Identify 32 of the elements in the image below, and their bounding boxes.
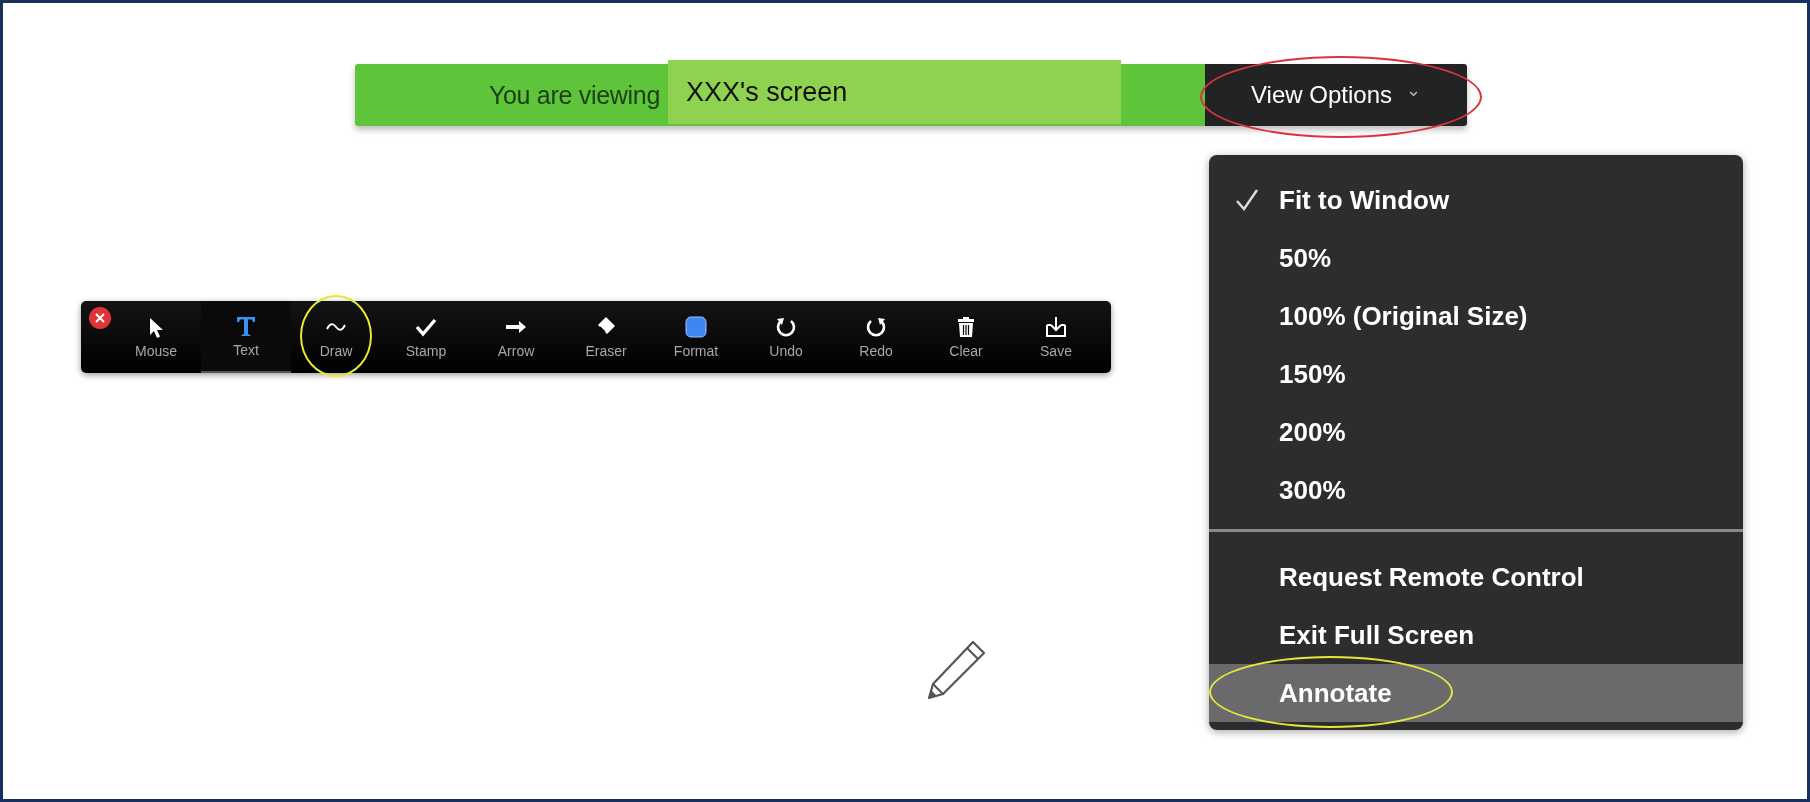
menu-item[interactable]: 150% xyxy=(1209,345,1743,403)
text-icon xyxy=(234,314,258,338)
tool-button[interactable]: Save xyxy=(1011,301,1101,373)
menu-item[interactable]: 300% xyxy=(1209,461,1743,519)
view-options-button[interactable]: View Options ⌄ xyxy=(1205,64,1467,126)
tool-button[interactable]: Clear xyxy=(921,301,1011,373)
tool-button[interactable]: Stamp xyxy=(381,301,471,373)
caret-icon: ⌄ xyxy=(1406,79,1421,101)
close-button[interactable] xyxy=(89,307,111,329)
menu-item[interactable]: Exit Full Screen xyxy=(1209,606,1743,664)
tool-button[interactable]: Eraser xyxy=(561,301,651,373)
undo-icon xyxy=(774,315,798,339)
menu-item[interactable]: Annotate xyxy=(1209,664,1743,722)
tool-button[interactable]: Mouse xyxy=(111,301,201,373)
tool-button[interactable]: Arrow xyxy=(471,301,561,373)
tool-button[interactable]: Undo xyxy=(741,301,831,373)
tool-button[interactable]: Format xyxy=(651,301,741,373)
pencil-icon xyxy=(925,639,987,701)
presenter-name: XXX's screen xyxy=(668,60,1121,124)
viewing-label: You are viewing xyxy=(487,80,661,110)
tool-button[interactable]: Text xyxy=(201,301,291,373)
menu-item[interactable]: 100% (Original Size) xyxy=(1209,287,1743,345)
square-icon xyxy=(684,315,708,339)
download-icon xyxy=(1044,315,1068,339)
menu-item[interactable]: Request Remote Control xyxy=(1209,548,1743,606)
tool-button[interactable]: Redo xyxy=(831,301,921,373)
menu-item[interactable]: Fit to Window xyxy=(1209,171,1743,229)
redo-icon xyxy=(864,315,888,339)
close-icon xyxy=(95,313,105,323)
menu-item[interactable]: 50% xyxy=(1209,229,1743,287)
menu-item[interactable]: 200% xyxy=(1209,403,1743,461)
tool-button[interactable]: Draw xyxy=(291,301,381,373)
